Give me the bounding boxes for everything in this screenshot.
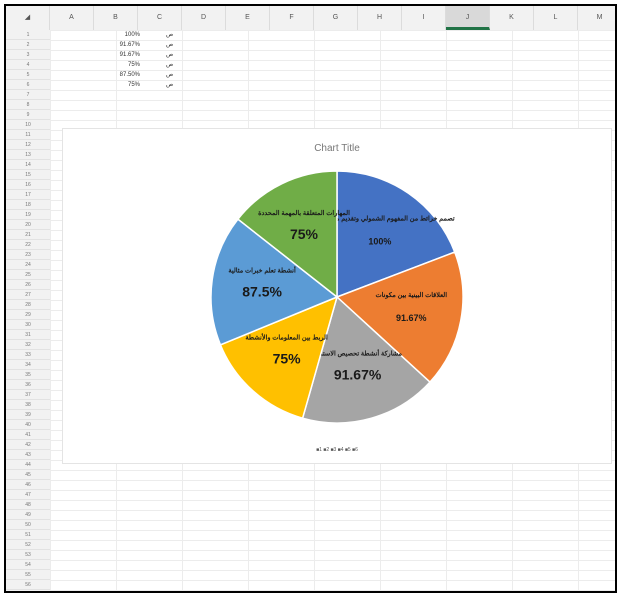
row-header-12[interactable]: 12 [6, 140, 50, 150]
row-header-37[interactable]: 37 [6, 390, 50, 400]
row-header-34[interactable]: 34 [6, 360, 50, 370]
row-header-51[interactable]: 51 [6, 530, 50, 540]
row-header-5[interactable]: 5 [6, 70, 50, 80]
row-header-50[interactable]: 50 [6, 520, 50, 530]
chart-title: Chart Title [314, 143, 360, 154]
row-header-39[interactable]: 39 [6, 410, 50, 420]
row-header-46[interactable]: 46 [6, 480, 50, 490]
column-header-b[interactable]: B [94, 6, 138, 30]
row-header-44[interactable]: 44 [6, 460, 50, 470]
column-header-j[interactable]: J [446, 6, 490, 30]
column-header-c[interactable]: C [138, 6, 182, 30]
cell-label[interactable]: ص [166, 30, 196, 40]
column-header-f[interactable]: F [270, 6, 314, 30]
row-header-32[interactable]: 32 [6, 340, 50, 350]
row-header-26[interactable]: 26 [6, 280, 50, 290]
cell-label[interactable]: ص [166, 70, 196, 80]
row-header-7[interactable]: 7 [6, 90, 50, 100]
pie-slice-value-6: 75% [290, 226, 319, 242]
row-header-8[interactable]: 8 [6, 100, 50, 110]
row-header-43[interactable]: 43 [6, 450, 50, 460]
row-header-57[interactable]: 57 [6, 590, 50, 591]
cell-percentage[interactable]: 100% [100, 30, 140, 40]
pie-slice-value-5: 87.5% [242, 284, 282, 300]
row-header-40[interactable]: 40 [6, 420, 50, 430]
pie-slice-label-6: المهارات المتعلقة بالمهمة المحددة [258, 209, 350, 217]
pie-slice-value-1: 100% [368, 237, 391, 247]
row-header-47[interactable]: 47 [6, 490, 50, 500]
column-header-bar: ◢ A B C D E F G H I J K L M [6, 6, 615, 31]
cell-percentage[interactable]: 87.50% [100, 70, 140, 80]
cell-percentage[interactable]: 91.67% [100, 40, 140, 50]
row-header-bar: 1 2 3 4 5 6 7 8 9 10 11 12 13 14 15 16 17 18 19 20 21 22 23 24 2… [6, 30, 51, 591]
row-header-56[interactable]: 56 [6, 580, 50, 590]
row-header-3[interactable]: 3 [6, 50, 50, 60]
row-header-14[interactable]: 14 [6, 160, 50, 170]
chart-area[interactable]: Chart Title تصمم خرائط من المفهوم الشمول… [62, 128, 612, 464]
row-header-29[interactable]: 29 [6, 310, 50, 320]
row-header-41[interactable]: 41 [6, 430, 50, 440]
row-header-28[interactable]: 28 [6, 300, 50, 310]
row-header-10[interactable]: 10 [6, 120, 50, 130]
row-header-53[interactable]: 53 [6, 550, 50, 560]
cell-label[interactable]: ص [166, 60, 196, 70]
row-header-19[interactable]: 19 [6, 210, 50, 220]
row-header-1[interactable]: 1 [6, 30, 50, 40]
cell-label[interactable]: ص [166, 40, 196, 50]
row-header-42[interactable]: 42 [6, 440, 50, 450]
row-header-15[interactable]: 15 [6, 170, 50, 180]
column-header-m[interactable]: M [578, 6, 615, 30]
column-header-l[interactable]: L [534, 6, 578, 30]
row-header-31[interactable]: 31 [6, 330, 50, 340]
cell-percentage[interactable]: 91.67% [100, 50, 140, 60]
pie-chart[interactable]: Chart Title تصمم خرائط من المفهوم الشمول… [63, 129, 611, 463]
row-header-36[interactable]: 36 [6, 380, 50, 390]
row-header-6[interactable]: 6 [6, 80, 50, 90]
row-header-2[interactable]: 2 [6, 40, 50, 50]
column-header-g[interactable]: G [314, 6, 358, 30]
row-header-52[interactable]: 52 [6, 540, 50, 550]
pie-slice-label-2: العلاقات البينية بين مكونات [375, 291, 447, 299]
row-header-35[interactable]: 35 [6, 370, 50, 380]
cell-percentage[interactable]: 75% [100, 60, 140, 70]
row-header-48[interactable]: 48 [6, 500, 50, 510]
row-header-16[interactable]: 16 [6, 180, 50, 190]
row-header-9[interactable]: 9 [6, 110, 50, 120]
row-header-18[interactable]: 18 [6, 200, 50, 210]
pie-slice-value-2: 91.67% [396, 313, 427, 323]
row-header-49[interactable]: 49 [6, 510, 50, 520]
row-header-21[interactable]: 21 [6, 230, 50, 240]
row-header-4[interactable]: 4 [6, 60, 50, 70]
row-header-55[interactable]: 55 [6, 570, 50, 580]
row-header-24[interactable]: 24 [6, 260, 50, 270]
pie-slice-value-4: 75% [273, 350, 302, 366]
row-header-54[interactable]: 54 [6, 560, 50, 570]
column-header-e[interactable]: E [226, 6, 270, 30]
column-header-k[interactable]: K [490, 6, 534, 30]
column-header-a[interactable]: A [50, 6, 94, 30]
row-header-25[interactable]: 25 [6, 270, 50, 280]
spreadsheet-window: ◢ A B C D E F G H I J K L M 1 2 3 4 5 6 7 8 9 10 11 12 13 14 15 16 17… [4, 4, 617, 593]
column-header-h[interactable]: H [358, 6, 402, 30]
row-header-11[interactable]: 11 [6, 130, 50, 140]
column-header-i[interactable]: I [402, 6, 446, 30]
row-header-45[interactable]: 45 [6, 470, 50, 480]
select-all-corner[interactable]: ◢ [6, 6, 50, 30]
chart-legend: ■1 ■2 ■3 ■4 ■5 ■6 [316, 447, 358, 453]
pie-slice-value-3: 91.67% [334, 367, 382, 383]
row-header-17[interactable]: 17 [6, 190, 50, 200]
row-header-23[interactable]: 23 [6, 250, 50, 260]
cell-label[interactable]: ص [166, 50, 196, 60]
column-header-d[interactable]: D [182, 6, 226, 30]
row-header-27[interactable]: 27 [6, 290, 50, 300]
row-header-30[interactable]: 30 [6, 320, 50, 330]
row-header-38[interactable]: 38 [6, 400, 50, 410]
row-header-33[interactable]: 33 [6, 350, 50, 360]
cell-label[interactable]: ص [166, 80, 196, 90]
row-header-13[interactable]: 13 [6, 150, 50, 160]
row-header-20[interactable]: 20 [6, 220, 50, 230]
row-header-22[interactable]: 22 [6, 240, 50, 250]
cell-percentage[interactable]: 75% [100, 80, 140, 90]
